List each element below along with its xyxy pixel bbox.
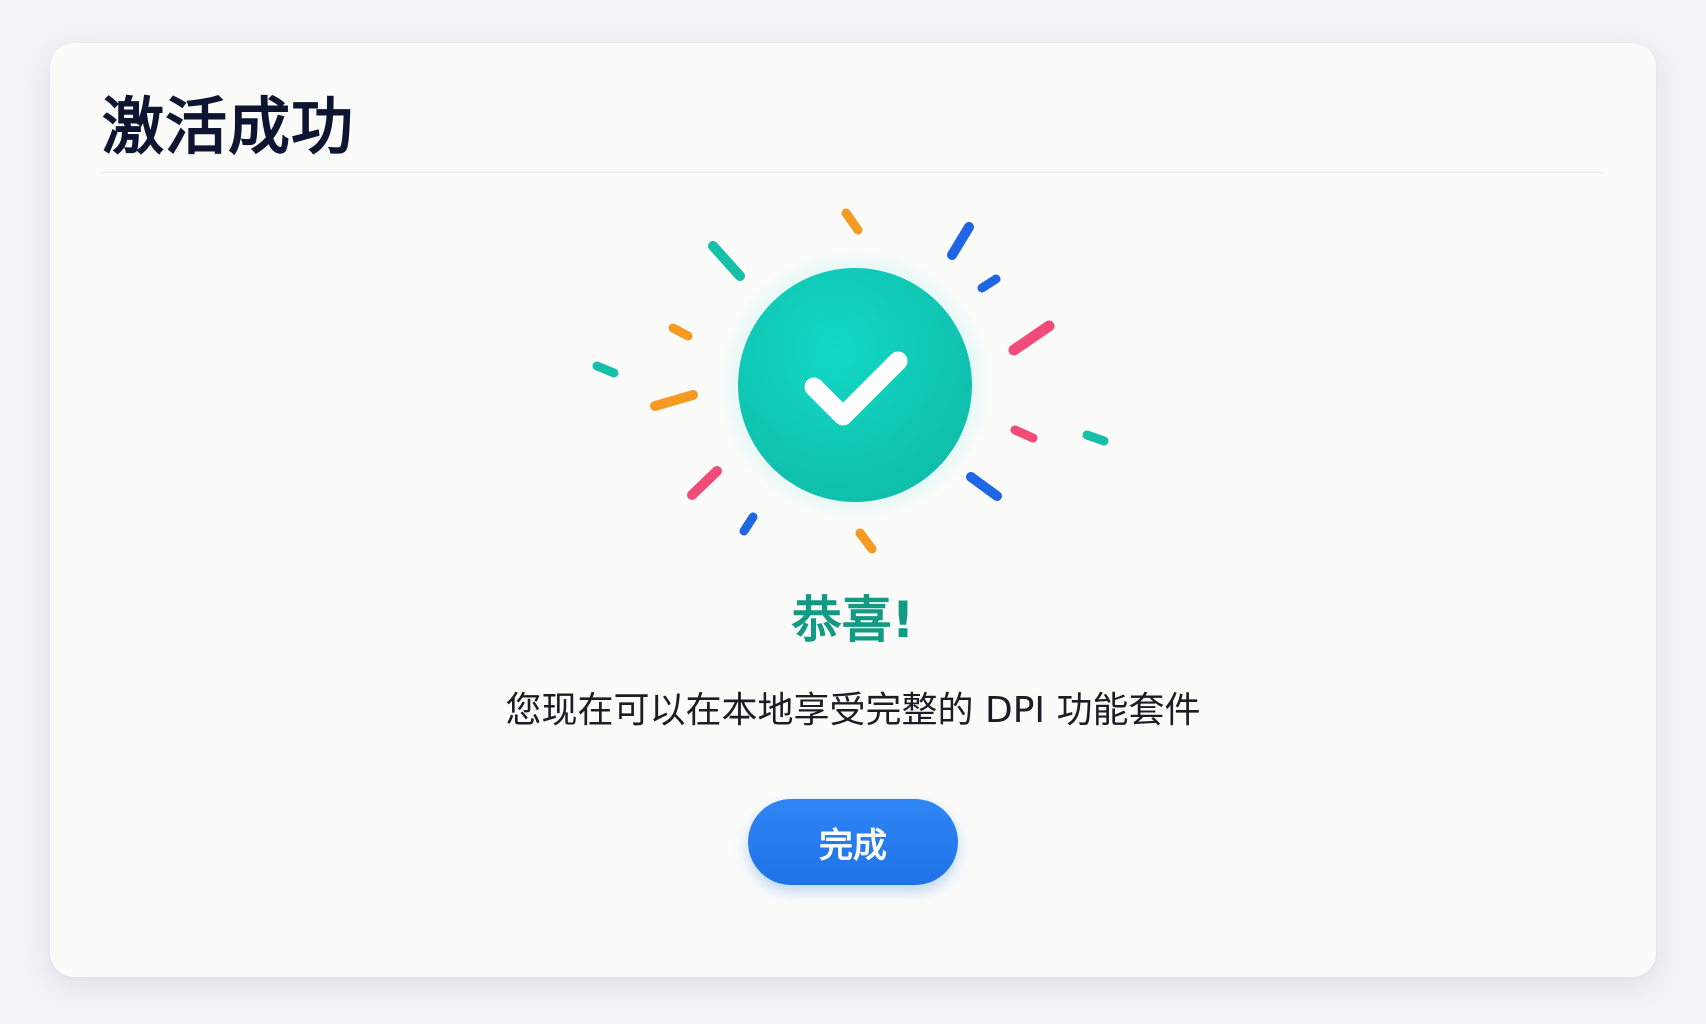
done-button[interactable]: 完成 xyxy=(748,799,958,885)
activation-success-dialog: 激活成功 恭喜! 您现在可以在本地享受完整的 DPI 功能套件 完成 xyxy=(50,43,1656,977)
confetti-blue-line xyxy=(966,472,1002,501)
confetti-orange-line xyxy=(668,323,693,341)
confetti-pink-line xyxy=(1008,320,1055,356)
confetti-teal-line xyxy=(1082,430,1109,446)
confetti-blue-line xyxy=(739,512,758,536)
confetti-teal-line xyxy=(708,241,745,281)
confetti-orange-line xyxy=(855,528,877,554)
confetti-orange-line xyxy=(841,208,863,235)
check-circle-icon xyxy=(719,249,991,521)
success-celebration-graphic xyxy=(592,208,1109,554)
confetti-orange-line xyxy=(650,390,698,411)
confetti-blue-line xyxy=(947,222,974,260)
congratulations-heading: 恭喜! xyxy=(791,591,915,649)
confetti-blue-line xyxy=(977,274,1001,293)
activation-page: 激活成功 恭喜! 您现在可以在本地享受完整的 DPI 功能套件 完成 xyxy=(0,0,1706,1024)
confetti-pink-line xyxy=(1010,425,1038,443)
confetti-pink-line xyxy=(687,466,722,500)
activation-message: 您现在可以在本地享受完整的 DPI 功能套件 xyxy=(505,690,1201,731)
confetti-teal-line xyxy=(592,361,619,378)
